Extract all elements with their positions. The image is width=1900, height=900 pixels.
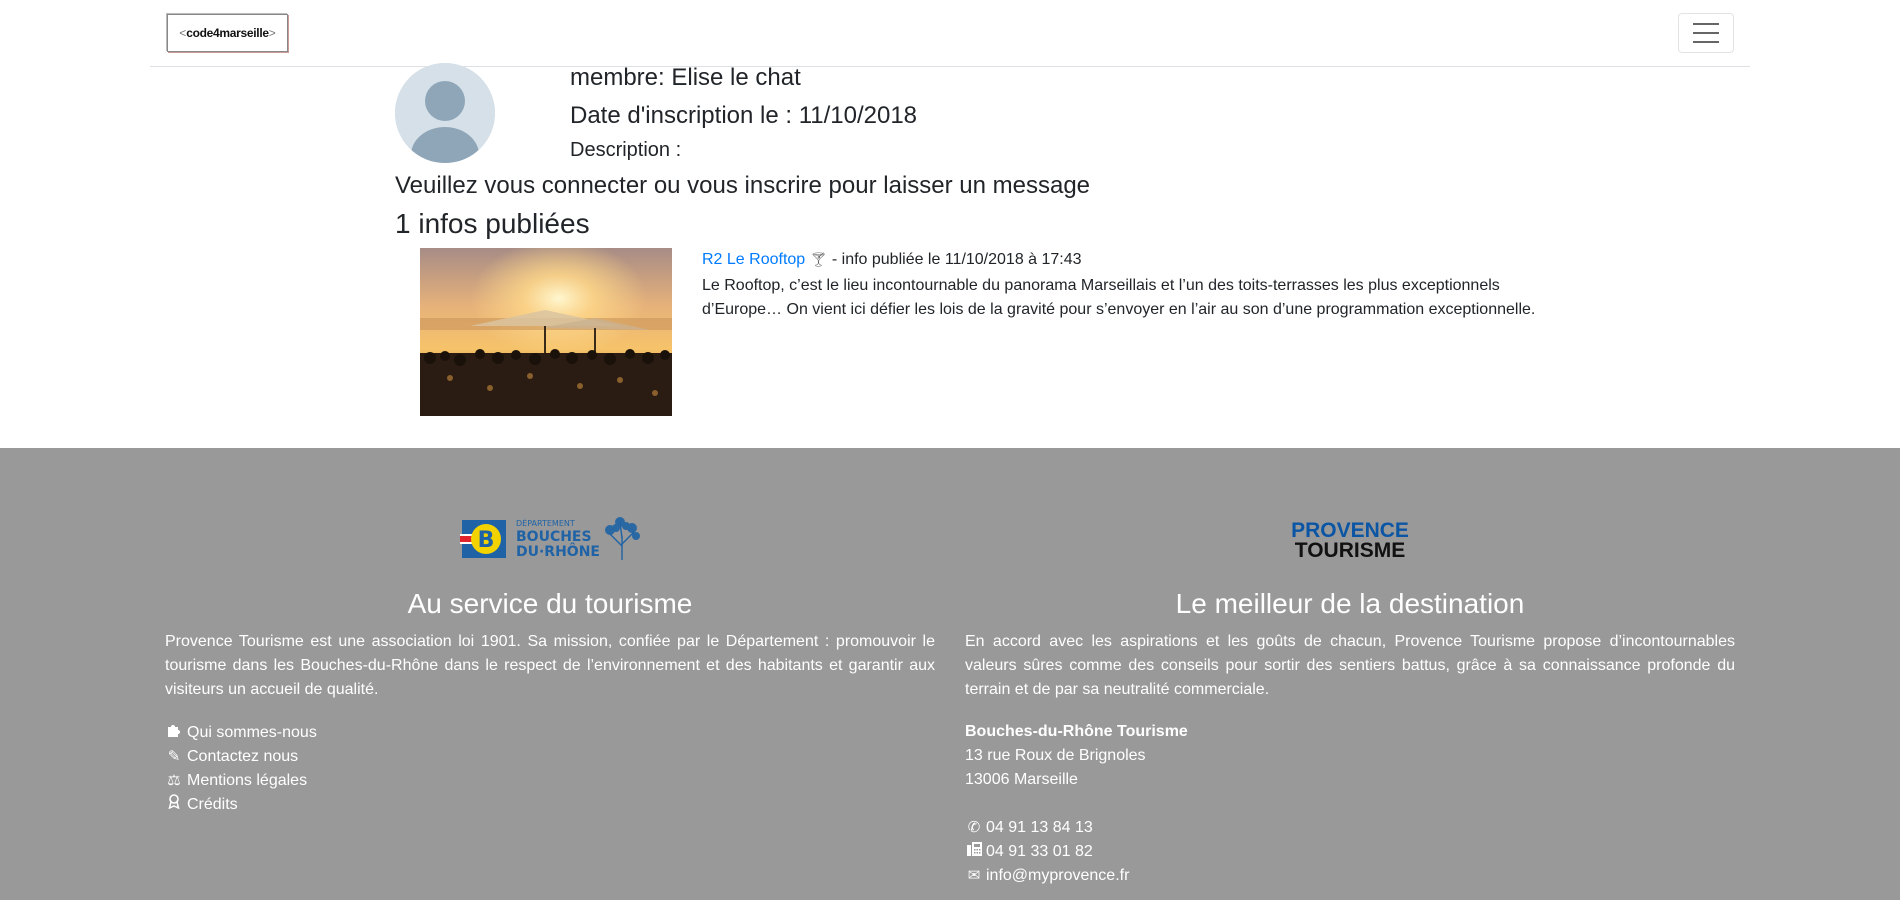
footer-link-contact-label: Contactez nous <box>187 748 299 765</box>
contact-email[interactable]: ✉ info@myprovence.fr <box>965 864 1130 888</box>
member-registration-date: Date d'inscription le : 11/10/2018 <box>570 102 918 129</box>
footer-right-text: En accord avec les aspirations et les go… <box>965 633 1735 698</box>
infos-count-heading: 1 infos publiées <box>395 208 590 239</box>
award-icon <box>165 793 183 817</box>
balance-scale-icon: ⚖ <box>167 772 181 789</box>
navbar: < code4marseille > <box>150 0 1750 67</box>
contact-phone-value: 04 91 13 84 13 <box>986 819 1093 836</box>
footer-address: Bouches-du-Rhône Tourisme 13 rue Roux de… <box>965 720 1188 792</box>
bdr-logo-line1: BOUCHES <box>516 529 592 545</box>
footer-link-about-label: Qui sommes-nous <box>187 724 317 741</box>
footer-link-credits[interactable]: Crédits <box>165 793 317 817</box>
brand-bracket-close: > <box>268 26 276 40</box>
bdr-logo-line2: DU·RHÔNE <box>516 542 600 560</box>
info-meta: - info publiée le 11/10/2018 à 17:43 <box>827 251 1082 268</box>
footer-contacts: ✆ 04 91 13 84 13 04 91 33 01 82 ✉ info@m… <box>965 816 1129 888</box>
footer-link-legal[interactable]: ⚖ Mentions légales <box>165 769 317 793</box>
footer-links: Qui sommes-nous ✎ Contactez nous ⚖ Menti… <box>165 721 317 817</box>
puzzle-icon <box>165 721 183 745</box>
provence-tourisme-logo[interactable]: PROVENCE TOURISME <box>1291 517 1409 562</box>
brand-text: code4marseille <box>186 26 269 40</box>
phone-icon: ✆ <box>967 819 981 836</box>
address-street: 13 rue Roux de Brignoles <box>965 747 1146 764</box>
footer-link-credits-label: Crédits <box>187 796 238 813</box>
hamburger-icon-bar <box>1693 41 1719 43</box>
info-header: R2 Le Rooftop 🍸︎ - info publiée le 11/10… <box>702 251 1082 269</box>
brand-bracket-open: < <box>179 26 187 40</box>
contact-phone[interactable]: ✆ 04 91 13 84 13 <box>965 816 1129 840</box>
navbar-toggle-button[interactable] <box>1678 13 1734 53</box>
footer-left-title: Au service du tourisme <box>407 588 693 619</box>
contact-fax-value: 04 91 33 01 82 <box>986 843 1093 860</box>
site-logo[interactable]: < code4marseille > <box>167 14 288 52</box>
footer-left-text: Provence Tourisme est une association lo… <box>165 633 935 698</box>
address-org: Bouches-du-Rhône Tourisme <box>965 723 1188 740</box>
bouches-du-rhone-logo[interactable]: B DÉPARTEMENT BOUCHES DU·RHÔNE <box>460 516 642 560</box>
member-name: membre: Elise le chat <box>570 64 801 91</box>
pt-logo-line2: TOURISME <box>1295 539 1405 561</box>
bdr-logo-top: DÉPARTEMENT <box>516 517 575 528</box>
svg-text:B: B <box>478 528 495 553</box>
pencil-icon: ✎ <box>167 748 181 765</box>
fax-icon <box>965 840 983 864</box>
member-description-label: Description : <box>570 139 682 161</box>
info-title-link[interactable]: R2 Le Rooftop <box>702 251 805 268</box>
footer-right-title: Le meilleur de la destination <box>1175 588 1525 619</box>
info-description: Le Rooftop, c’est le lieu incontournable… <box>702 277 1536 318</box>
info-thumbnail-image[interactable] <box>420 248 672 416</box>
footer-link-about[interactable]: Qui sommes-nous <box>165 721 317 745</box>
envelope-icon: ✉ <box>967 867 981 884</box>
hamburger-icon-bar <box>1693 32 1719 34</box>
footer: B DÉPARTEMENT BOUCHES DU·RHÔNE PROVENCE … <box>0 448 1900 900</box>
hamburger-icon <box>1693 23 1719 25</box>
login-message: Veuillez vous connecter ou vous inscrire… <box>395 172 1091 199</box>
address-city: 13006 Marseille <box>965 771 1078 788</box>
footer-link-legal-label: Mentions légales <box>187 772 308 789</box>
contact-email-value: info@myprovence.fr <box>986 867 1130 884</box>
contact-fax[interactable]: 04 91 33 01 82 <box>965 840 1129 864</box>
footer-link-contact[interactable]: ✎ Contactez nous <box>165 745 317 769</box>
user-avatar-icon <box>395 63 495 163</box>
cocktail-icon: 🍸︎ <box>809 251 828 267</box>
